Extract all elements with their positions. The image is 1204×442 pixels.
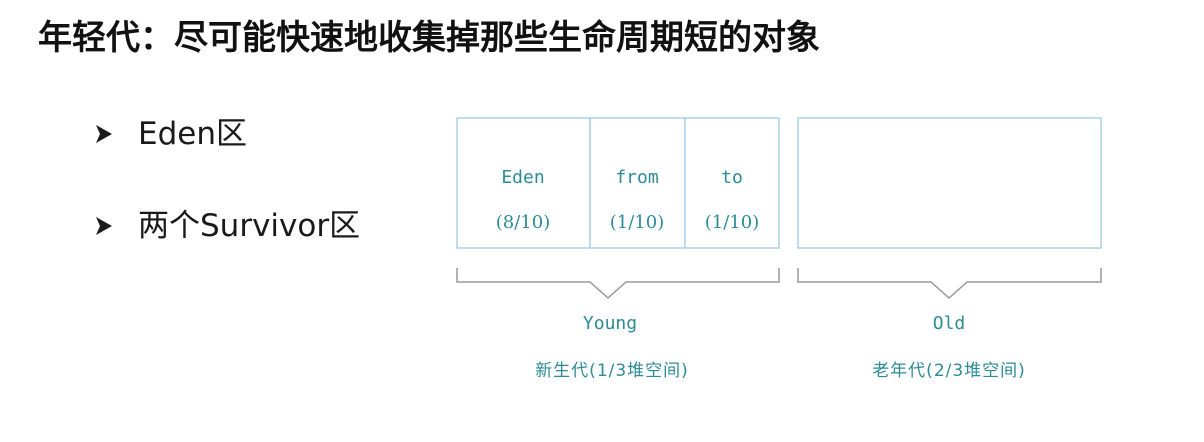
young-sublabel: 新生代(1/3堆空间) [535, 361, 689, 381]
from-ratio: (1/10) [610, 212, 664, 233]
old-brace [797, 268, 1102, 300]
arrow-bullet-icon [96, 125, 112, 143]
from-label: from [615, 167, 658, 188]
bullet-survivor: 两个Survivor区 [94, 206, 360, 246]
old-label: Old [933, 313, 966, 334]
to-label: to [721, 167, 743, 188]
page-title: 年轻代：尽可能快速地收集掉那些生命周期短的对象 [38, 18, 820, 58]
eden-ratio: (8/10) [496, 212, 550, 233]
bullet-text: Eden区 [138, 116, 247, 152]
old-box [797, 117, 1102, 249]
bullet-eden: Eden区 [94, 114, 247, 154]
eden-label: Eden [501, 167, 544, 188]
young-generation: Eden (8/10) from (1/10) to (1/10) [456, 117, 780, 249]
bullet-text: 两个Survivor区 [138, 208, 361, 244]
arrow-bullet-icon [96, 217, 112, 235]
old-sublabel: 老年代(2/3堆空间) [872, 361, 1026, 381]
young-label: Young [583, 313, 637, 334]
heap-diagram: Eden (8/10) from (1/10) to (1/10) Young … [456, 117, 1102, 381]
to-ratio: (1/10) [705, 212, 759, 233]
young-brace [456, 268, 780, 300]
